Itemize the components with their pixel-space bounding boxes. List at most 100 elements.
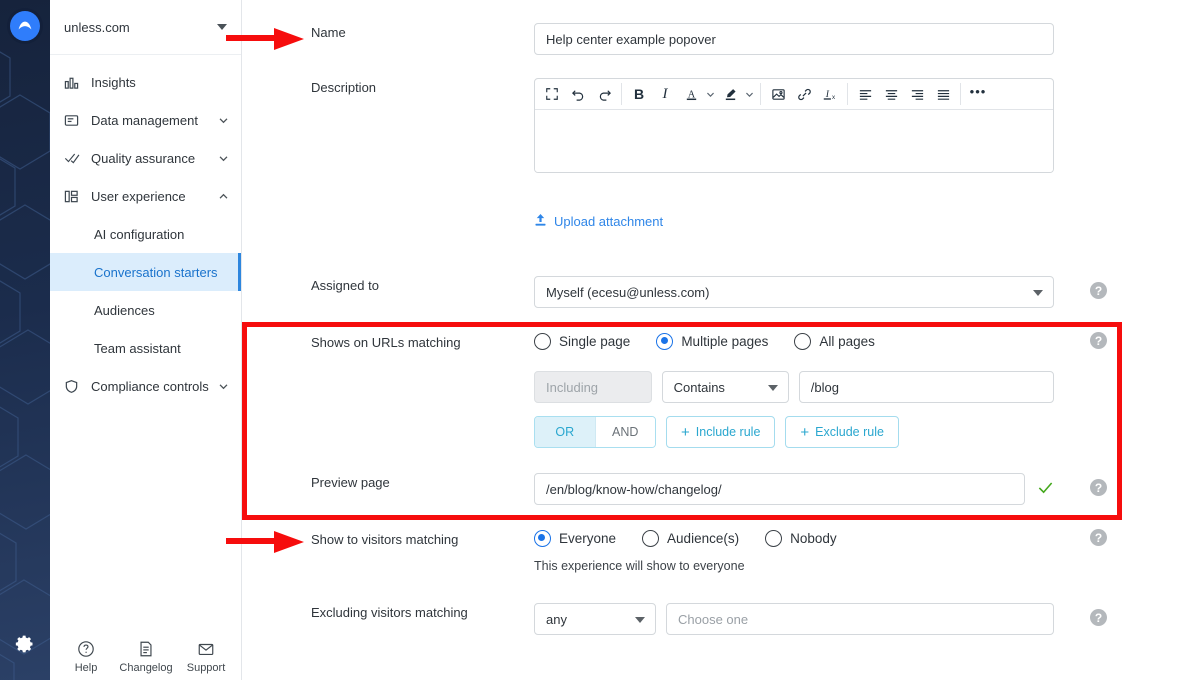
align-center-icon[interactable] xyxy=(878,81,904,107)
italic-icon[interactable]: I xyxy=(652,81,678,107)
chevron-down-icon xyxy=(1033,290,1043,296)
radio-nobody[interactable]: Nobody xyxy=(765,530,837,547)
visitors-radio-group: Everyone Audience(s) Nobody xyxy=(534,530,1054,547)
unless-logo-icon[interactable] xyxy=(10,11,40,41)
insert-link-icon[interactable] xyxy=(791,81,817,107)
assigned-to-select[interactable]: Myself (ecesu@unless.com) xyxy=(534,276,1054,308)
url-rule-actions-spacer xyxy=(242,416,534,448)
site-name: unless.com xyxy=(64,19,130,35)
upload-field-wrap: Upload attachment xyxy=(534,213,1054,230)
changelog-label: Changelog xyxy=(119,662,173,674)
radio-multiple-pages[interactable]: Multiple pages xyxy=(656,333,768,350)
assigned-to-row: Assigned to Myself (ecesu@unless.com) ? xyxy=(242,276,1200,308)
bar-chart-icon xyxy=(64,75,82,90)
rule-operator-select[interactable]: Contains xyxy=(661,371,789,403)
excluding-audience-input[interactable] xyxy=(666,603,1054,635)
description-editor-body[interactable] xyxy=(535,110,1053,172)
sidebar-item-conversation-starters[interactable]: Conversation starters xyxy=(50,253,241,291)
chevron-up-icon xyxy=(219,193,228,199)
radio-audiences[interactable]: Audience(s) xyxy=(642,530,739,547)
logic-or-option[interactable]: OR xyxy=(535,417,595,447)
chevron-down-icon xyxy=(767,385,778,391)
rule-operator-value: Contains xyxy=(673,379,725,395)
app-window: unless.com Insights Data management Qual… xyxy=(0,0,1200,680)
name-row: Name xyxy=(242,23,1200,55)
gear-icon[interactable] xyxy=(15,634,35,654)
url-rule-row: Including Contains xyxy=(242,371,1200,403)
more-options-icon[interactable]: ••• xyxy=(965,81,991,107)
include-rule-button[interactable]: + Include rule xyxy=(666,416,776,448)
preview-page-field-wrap xyxy=(534,473,1054,505)
toolbar-divider xyxy=(847,83,848,105)
preview-page-label: Preview page xyxy=(311,475,390,490)
radio-indicator xyxy=(642,530,660,547)
chevron-down-icon xyxy=(219,155,228,161)
expand-icon[interactable] xyxy=(539,81,565,107)
sidebar-item-data-management[interactable]: Data management xyxy=(50,101,241,139)
sidebar-nav: Insights Data management Quality assuran… xyxy=(50,55,241,405)
logic-and-option[interactable]: AND xyxy=(594,417,655,447)
toolbar-divider xyxy=(960,83,961,105)
upload-attachment-button[interactable]: Upload attachment xyxy=(534,213,663,230)
undo-icon[interactable] xyxy=(565,81,591,107)
visitors-help-icon[interactable]: ? xyxy=(1090,529,1107,546)
radio-label: Single page xyxy=(559,334,631,349)
radio-single-page[interactable]: Single page xyxy=(534,333,630,350)
toolbar-divider xyxy=(760,83,761,105)
preview-page-input[interactable] xyxy=(534,473,1025,505)
bold-icon[interactable]: B xyxy=(626,81,652,107)
changelog-link[interactable]: Changelog xyxy=(118,639,174,674)
document-icon xyxy=(137,639,155,659)
radio-all-pages[interactable]: All pages xyxy=(794,333,875,350)
double-check-icon xyxy=(64,150,82,166)
align-left-icon[interactable] xyxy=(852,81,878,107)
visitors-label: Show to visitors matching xyxy=(311,532,459,547)
assigned-to-help-icon[interactable]: ? xyxy=(1090,282,1107,299)
chevron-down-icon xyxy=(219,117,228,123)
sidebar-item-ai-configuration[interactable]: AI configuration xyxy=(50,215,241,253)
help-link[interactable]: Help xyxy=(58,639,114,674)
rule-including-input: Including xyxy=(534,371,652,403)
preview-page-help-icon[interactable]: ? xyxy=(1090,479,1107,496)
align-justify-icon[interactable] xyxy=(930,81,956,107)
name-input[interactable] xyxy=(534,23,1054,55)
upload-row: Upload attachment xyxy=(242,213,1200,230)
svg-text:x: x xyxy=(832,93,836,100)
radio-everyone[interactable]: Everyone xyxy=(534,530,616,547)
sidebar-subitem-label: AI configuration xyxy=(94,226,185,242)
excluding-operator-select[interactable]: any xyxy=(534,603,656,635)
url-matching-options: Single page Multiple pages All pages xyxy=(534,333,1054,350)
rule-pattern-input[interactable] xyxy=(798,371,1054,403)
site-selector[interactable]: unless.com xyxy=(50,0,241,55)
name-label: Name xyxy=(311,25,346,40)
sidebar-subitem-label: Team assistant xyxy=(94,340,181,356)
toolbar-divider xyxy=(621,83,622,105)
radio-label: Nobody xyxy=(790,531,837,546)
sidebar-item-compliance-controls[interactable]: Compliance controls xyxy=(50,367,241,405)
align-right-icon[interactable] xyxy=(904,81,930,107)
url-matching-label: Shows on URLs matching xyxy=(311,335,461,350)
url-matching-help-icon[interactable]: ? xyxy=(1090,332,1107,349)
sidebar-item-label: Compliance controls xyxy=(91,378,209,394)
check-icon xyxy=(1037,479,1054,499)
upload-attachment-label: Upload attachment xyxy=(554,214,664,229)
assigned-to-field-wrap: Myself (ecesu@unless.com) xyxy=(534,276,1054,308)
redo-icon[interactable] xyxy=(591,81,617,107)
highlight-color-icon[interactable] xyxy=(717,81,743,107)
text-color-icon[interactable]: A xyxy=(678,81,704,107)
clear-formatting-icon[interactable]: I x xyxy=(817,81,843,107)
sidebar-item-user-experience[interactable]: User experience xyxy=(50,177,241,215)
sidebar-item-insights[interactable]: Insights xyxy=(50,63,241,101)
chevron-down-icon[interactable] xyxy=(743,81,756,107)
support-link[interactable]: Support xyxy=(178,639,234,674)
url-matching-radio-group: Single page Multiple pages All pages xyxy=(534,333,1054,350)
chevron-down-icon[interactable] xyxy=(704,81,717,107)
layout-blocks-icon xyxy=(64,189,82,204)
exclude-rule-button[interactable]: + Exclude rule xyxy=(785,416,899,448)
description-row: Description B I A I x ••• xyxy=(242,78,1200,173)
insert-image-icon[interactable] xyxy=(765,81,791,107)
sidebar-item-audiences[interactable]: Audiences xyxy=(50,291,241,329)
excluding-visitors-help-icon[interactable]: ? xyxy=(1090,609,1107,626)
sidebar-item-team-assistant[interactable]: Team assistant xyxy=(50,329,241,367)
sidebar-item-quality-assurance[interactable]: Quality assurance xyxy=(50,139,241,177)
